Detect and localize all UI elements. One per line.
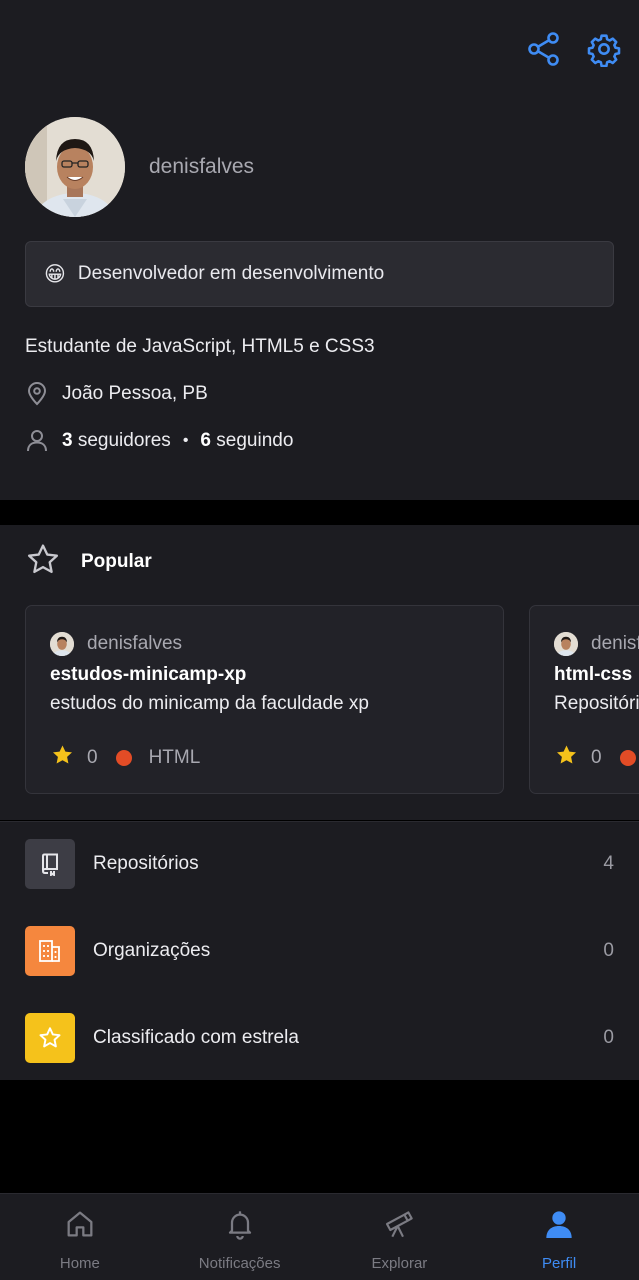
card-stars: 0 — [87, 747, 98, 768]
profile-section: denisfalves 😁 Desenvolvedor em desenvolv… — [0, 0, 639, 500]
owner-avatar — [50, 632, 74, 656]
following-count: 6 — [200, 430, 211, 451]
star-filled-icon — [50, 743, 75, 773]
tab-home[interactable]: Home — [0, 1194, 160, 1280]
tab-label: Explorar — [371, 1255, 428, 1272]
follow-row[interactable]: 3 seguidores • 6 seguindo — [25, 429, 293, 453]
status-emoji: 😁 — [44, 262, 66, 286]
following-label: seguindo — [216, 430, 294, 451]
bottom-tab-bar: Home Notificações Explorar Perfil — [0, 1193, 639, 1280]
star-outline-icon — [25, 542, 61, 582]
person-icon — [25, 429, 49, 453]
tab-label: Perfil — [542, 1255, 577, 1272]
avatar — [25, 117, 125, 217]
status-text: Desenvolvedor em desenvolvimento — [77, 263, 385, 284]
card-meta: 0 HTML — [50, 743, 200, 773]
card-owner-name: denisfalves — [87, 633, 183, 654]
menu-count: 0 — [603, 1027, 614, 1048]
star-filled-icon — [554, 743, 579, 773]
location-pin-icon — [25, 382, 49, 406]
top-actions — [527, 30, 621, 68]
organization-icon — [25, 926, 75, 976]
popular-section: Popular denisfalves estudos-minicamp-xp … — [0, 525, 639, 820]
menu-label: Organizações — [93, 940, 211, 961]
profile-username: denisfalves — [149, 155, 255, 178]
menu-item-starred[interactable]: Classificado com estrela 0 — [0, 996, 639, 1083]
language-dot — [619, 750, 636, 766]
repo-icon — [25, 839, 75, 889]
tab-notifications[interactable]: Notificações — [160, 1194, 320, 1280]
separator-dot: • — [182, 432, 189, 449]
location-text: João Pessoa, PB — [62, 383, 208, 404]
home-icon — [64, 1208, 96, 1245]
tab-label: Notificações — [198, 1255, 281, 1272]
tab-profile[interactable]: Perfil — [479, 1194, 639, 1280]
menu-item-organizations[interactable]: Organizações 0 — [0, 909, 639, 996]
popular-title: Popular — [81, 551, 152, 572]
person-icon — [543, 1208, 575, 1245]
repo-card[interactable]: denisfalves estudos-minicamp-xp estudos … — [25, 605, 504, 794]
card-owner-name: denisfalves — [591, 633, 639, 654]
menu-count: 4 — [603, 853, 614, 874]
followers-label: seguidores — [77, 430, 171, 451]
card-description: estudos do minicamp da faculdade xp — [50, 693, 369, 714]
card-repo-name: html-css — [554, 664, 633, 685]
card-stars: 0 — [591, 747, 602, 768]
owner-avatar — [554, 632, 578, 656]
menu-label: Classificado com estrela — [93, 1027, 299, 1048]
menu-label: Repositórios — [93, 853, 199, 874]
language-dot — [115, 750, 132, 766]
tab-label: Home — [59, 1255, 100, 1272]
card-owner: denisfalves — [50, 632, 182, 656]
menu-item-repositories[interactable]: Repositórios 4 — [0, 822, 639, 909]
card-language: HTML — [148, 747, 201, 768]
popular-header: Popular — [25, 542, 152, 582]
bio-text: Estudante de JavaScript, HTML5 e CSS3 — [25, 336, 375, 357]
location-row: João Pessoa, PB — [25, 382, 208, 406]
telescope-icon — [383, 1208, 415, 1245]
bell-icon — [224, 1208, 256, 1245]
status-box[interactable]: 😁 Desenvolvedor em desenvolvimento — [25, 241, 614, 307]
repo-card[interactable]: denisfalves html-css Repositório 0 — [529, 605, 639, 794]
profile-menu: Repositórios 4 Organizações 0 Classifica… — [0, 821, 639, 1080]
followers-count: 3 — [62, 430, 73, 451]
card-meta: 0 — [554, 743, 639, 773]
card-description: Repositório — [554, 693, 639, 714]
menu-count: 0 — [603, 940, 614, 961]
card-repo-name: estudos-minicamp-xp — [50, 664, 247, 685]
card-owner: denisfalves — [554, 632, 639, 656]
share-icon[interactable] — [527, 30, 561, 68]
star-icon — [25, 1013, 75, 1063]
gear-icon[interactable] — [587, 30, 621, 68]
tab-explore[interactable]: Explorar — [320, 1194, 480, 1280]
